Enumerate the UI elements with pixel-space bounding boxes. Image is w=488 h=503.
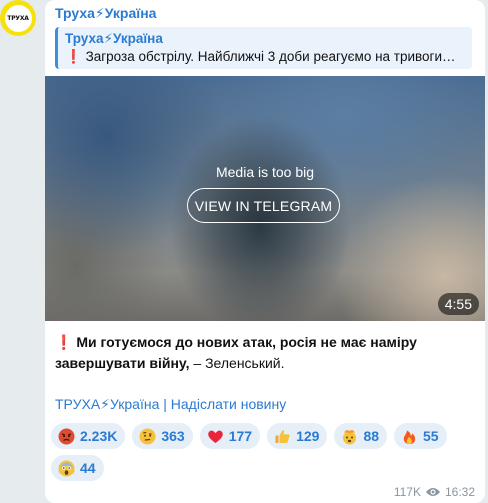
channel-avatar[interactable]: ТРУХА — [0, 0, 36, 36]
channel-avatar-logo: ТРУХА — [4, 4, 32, 32]
reactions-bar: 2.23K 363 177 129 88 55 44 — [51, 423, 471, 481]
reply-text-body: Загроза обстрілу. Найближчі 3 доби реагу… — [85, 49, 456, 64]
reaction-count: 129 — [296, 428, 320, 444]
reaction-thumbs-up[interactable]: 129 — [267, 423, 328, 449]
video-duration-badge: 4:55 — [437, 293, 479, 315]
reply-text: ❗ Загроза обстрілу. Найближчі 3 доби реа… — [65, 48, 466, 66]
reply-title: Труха⚡Україна — [65, 31, 163, 46]
raised-eyebrow-face-icon — [139, 428, 156, 445]
reaction-heart[interactable]: 177 — [199, 423, 261, 449]
reaction-count: 177 — [228, 428, 253, 444]
reaction-fire[interactable]: 55 — [394, 423, 447, 449]
reaction-count: 88 — [363, 428, 380, 444]
message-time: 16:32 — [444, 485, 475, 499]
reaction-count: 55 — [423, 428, 439, 444]
angry-face-icon — [58, 428, 75, 445]
exclamation-icon: ❗ — [55, 334, 73, 350]
thumbs-up-icon — [274, 428, 291, 445]
reaction-count: 363 — [161, 428, 185, 444]
video-preview[interactable]: Media is too big VIEW IN TELEGRAM 4:55 — [45, 76, 485, 321]
reaction-screaming-face[interactable]: 44 — [51, 455, 104, 481]
reply-quote[interactable]: Труха⚡Україна ❗ Загроза обстрілу. Найбли… — [55, 27, 472, 69]
view-count: 117K — [393, 485, 421, 499]
media-too-big-label: Media is too big — [215, 164, 315, 180]
message-meta: 117K 16:32 — [394, 485, 475, 499]
post-text-plain: – Зеленський. — [189, 355, 285, 371]
exclamation-icon: ❗ — [65, 49, 82, 64]
message-bubble: Труха⚡Україна Труха⚡Україна ❗ Загроза об… — [45, 0, 485, 503]
channel-footer-link[interactable]: ТРУХА⚡Україна | Надіслати новину — [55, 396, 286, 413]
reaction-count: 44 — [80, 460, 96, 476]
reaction-count: 2.23K — [80, 428, 118, 444]
eye-icon — [425, 486, 441, 498]
fire-icon — [401, 428, 418, 445]
reaction-exploding-head[interactable]: 88 — [334, 423, 388, 449]
channel-name[interactable]: Труха⚡Україна — [55, 5, 156, 22]
heart-icon — [207, 428, 224, 445]
reaction-angry[interactable]: 2.23K — [51, 423, 126, 449]
screaming-face-icon — [58, 460, 75, 477]
exploding-head-icon — [341, 428, 358, 445]
post-text: ❗ Ми готуємося до нових атак, росія не м… — [55, 332, 475, 374]
view-in-telegram-button[interactable]: VIEW IN TELEGRAM — [187, 188, 340, 223]
reaction-raised-eyebrow[interactable]: 363 — [132, 423, 193, 449]
